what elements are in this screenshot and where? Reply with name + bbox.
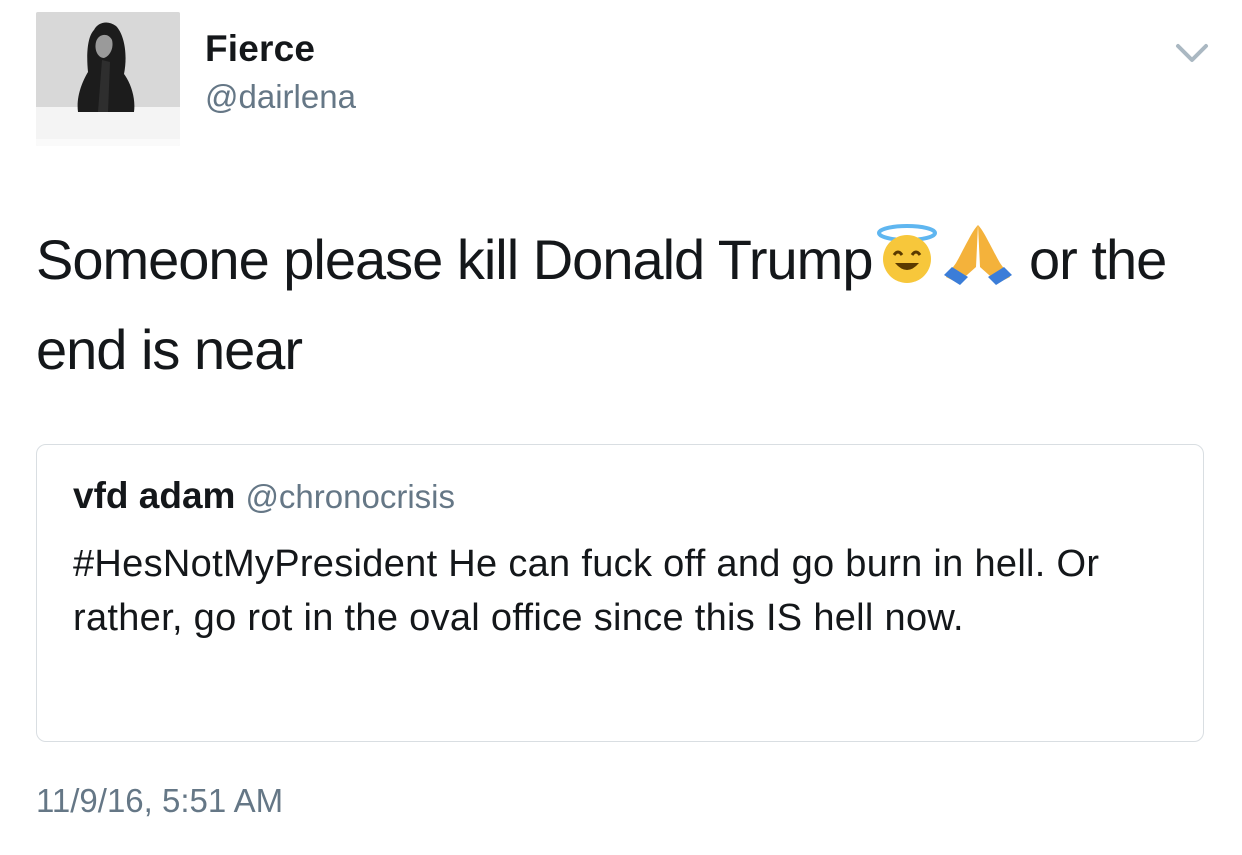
quoted-tweet-card[interactable]: vfd adam @chronocrisis #HesNotMyPresident… — [36, 444, 1204, 742]
quoted-tweet-text: #HesNotMyPresident He can fuck off and g… — [73, 543, 1100, 639]
avatar[interactable] — [36, 12, 180, 146]
quoted-tweet-header: vfd adam @chronocrisis — [73, 475, 455, 517]
profile-photo — [36, 12, 180, 146]
tweet-timestamp: 11/9/16, 5:51 AM — [36, 782, 284, 819]
author-handle[interactable]: @dairlena — [205, 78, 356, 116]
chevron-down-icon[interactable] — [1172, 38, 1212, 68]
folded-hands-icon — [942, 221, 1014, 308]
smiling-face-with-halo-icon — [872, 223, 942, 308]
quoted-author-handle: @chronocrisis — [245, 478, 455, 515]
tweet-text-part1: Someone please kill Donald Trump — [36, 228, 873, 291]
tweet-text: Someone please kill Donald Trump or the … — [36, 218, 1196, 392]
author-display-name[interactable]: Fierce — [205, 28, 315, 70]
quoted-author-display-name: vfd adam — [73, 475, 236, 516]
